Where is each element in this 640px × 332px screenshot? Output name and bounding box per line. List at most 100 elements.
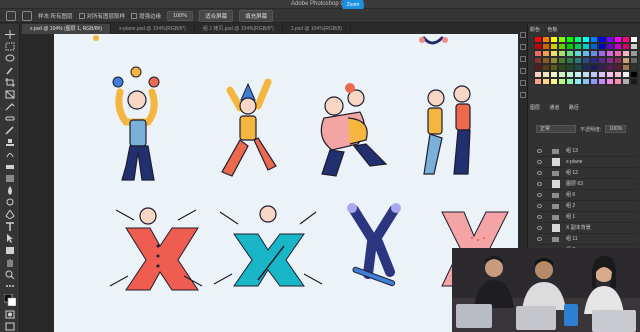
color-swatch[interactable]: [598, 50, 606, 57]
tab-document-2[interactable]: x-plane.psd @ 104%(RGB/8*): [111, 24, 195, 34]
color-swatch[interactable]: [566, 78, 574, 85]
blend-mode-select[interactable]: 正常: [536, 125, 576, 133]
color-swatch[interactable]: [630, 36, 638, 43]
tab-channels[interactable]: 通道: [549, 105, 559, 111]
eraser-tool-icon[interactable]: [5, 162, 15, 171]
color-swatch[interactable]: [606, 50, 614, 57]
color-swatch[interactable]: [558, 36, 566, 43]
color-swatch[interactable]: [622, 78, 630, 85]
color-swatch[interactable]: [614, 43, 622, 50]
eye-icon[interactable]: [537, 149, 542, 153]
color-swatch[interactable]: [630, 71, 638, 78]
opacity-input[interactable]: 100%: [605, 125, 627, 133]
color-swatch[interactable]: [622, 43, 630, 50]
color-swatch[interactable]: [590, 36, 598, 43]
tab-document-1[interactable]: x.psd @ 104% (图层 1, RGB/8#): [22, 24, 112, 34]
color-swatch[interactable]: [590, 57, 598, 64]
tab-layers[interactable]: 图层: [530, 105, 540, 111]
color-swatch[interactable]: [622, 71, 630, 78]
color-swatch[interactable]: [590, 78, 598, 85]
color-swatch[interactable]: [598, 57, 606, 64]
color-swatch[interactable]: [534, 64, 542, 71]
gradient-tool-icon[interactable]: [5, 174, 15, 183]
eye-icon[interactable]: [537, 160, 542, 164]
eye-icon[interactable]: [537, 182, 542, 186]
blur-tool-icon[interactable]: [5, 186, 15, 195]
color-swatch[interactable]: [606, 57, 614, 64]
color-swatch[interactable]: [630, 50, 638, 57]
color-swatch[interactable]: [630, 43, 638, 50]
zoom-tool-icon[interactable]: [22, 10, 32, 21]
color-swatch[interactable]: [542, 71, 550, 78]
tab-document-4[interactable]: 1.psd @ 104%(RGB/8): [283, 24, 351, 34]
screen-mode-icon[interactable]: [5, 322, 15, 331]
color-swatch[interactable]: [598, 71, 606, 78]
layer-row[interactable]: 组 13: [534, 146, 638, 157]
option-sample[interactable]: 样本:所有图层: [38, 12, 73, 20]
color-swatch[interactable]: [590, 43, 598, 50]
color-swatch[interactable]: [550, 57, 558, 64]
layer-row[interactable]: x-plane: [534, 157, 638, 168]
healing-brush-tool-icon[interactable]: [5, 114, 15, 123]
color-swatch[interactable]: [558, 43, 566, 50]
frame-tool-icon[interactable]: [5, 90, 15, 99]
eye-icon[interactable]: [537, 171, 542, 175]
color-swatch[interactable]: [574, 50, 582, 57]
color-swatch[interactable]: [606, 78, 614, 85]
color-swatch[interactable]: [534, 57, 542, 64]
checkbox-icon[interactable]: [78, 13, 85, 20]
eye-icon[interactable]: [537, 237, 542, 241]
color-swatch[interactable]: [622, 64, 630, 71]
option-check-enhance[interactable]: 增强边缘: [131, 12, 161, 20]
color-swatch[interactable]: [558, 57, 566, 64]
color-swatch[interactable]: [582, 71, 590, 78]
color-swatch[interactable]: [534, 78, 542, 85]
eye-icon[interactable]: [537, 193, 542, 197]
brush-panel-icon[interactable]: [520, 56, 526, 62]
history-brush-tool-icon[interactable]: [5, 150, 15, 159]
color-swatch[interactable]: [598, 64, 606, 71]
color-swatch[interactable]: [590, 50, 598, 57]
color-swatch[interactable]: [598, 78, 606, 85]
color-swatch[interactable]: [630, 64, 638, 71]
color-swatch[interactable]: [614, 36, 622, 43]
quick-mask-icon[interactable]: [5, 310, 15, 319]
edit-toolbar-icon[interactable]: [5, 282, 15, 291]
properties-panel-icon[interactable]: [520, 44, 526, 50]
color-swatch[interactable]: [542, 57, 550, 64]
rectangle-tool-icon[interactable]: [5, 246, 15, 255]
color-swatch[interactable]: [558, 78, 566, 85]
color-swatch[interactable]: [534, 43, 542, 50]
color-swatch[interactable]: [606, 71, 614, 78]
color-swatch[interactable]: [590, 71, 598, 78]
eye-icon[interactable]: [537, 226, 542, 230]
color-swatch[interactable]: [622, 50, 630, 57]
color-swatch[interactable]: [550, 64, 558, 71]
color-swatch[interactable]: [574, 78, 582, 85]
color-swatch[interactable]: [598, 36, 606, 43]
layer-row[interactable]: 组 11: [534, 234, 638, 245]
zoom-value[interactable]: 100%: [167, 10, 194, 21]
tab-document-3[interactable]: 组 2 拷贝.psd @ 104%(RGB/8*): [195, 24, 283, 34]
color-swatch[interactable]: [534, 36, 542, 43]
color-swatch[interactable]: [566, 57, 574, 64]
layer-row[interactable]: X 副本背景: [534, 223, 638, 234]
color-swatch[interactable]: [566, 71, 574, 78]
checkbox-icon[interactable]: [131, 13, 138, 20]
color-swatch[interactable]: [614, 64, 622, 71]
fill-screen-button[interactable]: 填充屏幕: [239, 9, 274, 22]
color-swatch[interactable]: [598, 43, 606, 50]
eye-icon[interactable]: [537, 204, 542, 208]
home-icon[interactable]: [6, 10, 16, 21]
pen-tool-icon[interactable]: [5, 210, 15, 219]
fit-screen-button[interactable]: 适合屏幕: [199, 9, 234, 22]
color-swatch[interactable]: [606, 36, 614, 43]
color-swatch[interactable]: [606, 43, 614, 50]
color-swatch[interactable]: [566, 50, 574, 57]
color-swatch[interactable]: [542, 64, 550, 71]
type-tool-icon[interactable]: [5, 222, 15, 231]
color-swatch[interactable]: [550, 50, 558, 57]
color-swatch[interactable]: [550, 43, 558, 50]
lasso-tool-icon[interactable]: [5, 54, 15, 63]
color-swatch[interactable]: [558, 50, 566, 57]
